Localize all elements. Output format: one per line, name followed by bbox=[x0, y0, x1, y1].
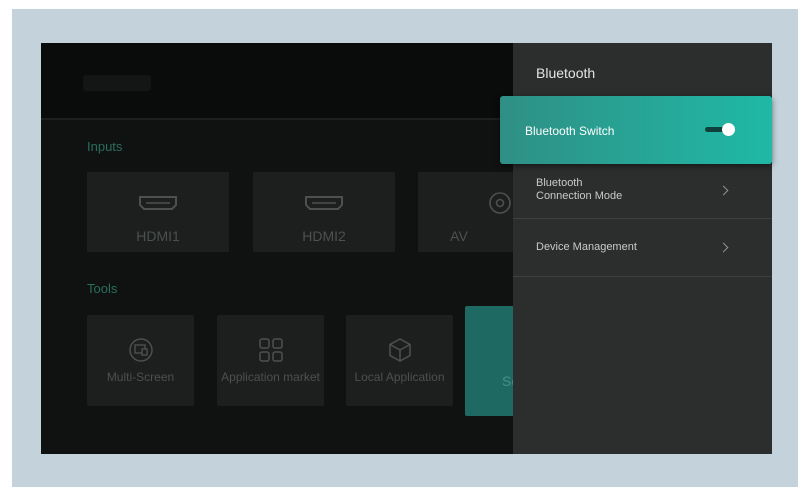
tool-tile-label: Application market bbox=[221, 370, 320, 384]
input-tile-label: HDMI1 bbox=[136, 228, 180, 244]
bluetooth-switch-item[interactable]: Bluetooth Switch bbox=[500, 96, 772, 164]
tool-tile-settings[interactable]: Se bbox=[465, 306, 517, 416]
av-port-icon bbox=[489, 192, 511, 214]
device-management-label: Device Management bbox=[536, 241, 637, 253]
chevron-right-icon bbox=[718, 185, 729, 196]
tool-tile-label: Multi-Screen bbox=[106, 370, 175, 384]
tools-section-label: Tools bbox=[87, 281, 118, 296]
device-management-item[interactable]: Device Management bbox=[513, 219, 772, 277]
tool-tile-multi-screen[interactable]: Multi-Screen bbox=[87, 315, 194, 406]
connection-mode-line2: Connection Mode bbox=[536, 190, 623, 202]
hdmi-port-icon bbox=[305, 196, 343, 210]
tool-tile-local-application[interactable]: Local Application bbox=[346, 315, 453, 406]
connection-mode-label: Bluetooth Connection Mode bbox=[536, 177, 622, 203]
bluetooth-toggle[interactable] bbox=[705, 123, 735, 136]
multi-screen-icon bbox=[128, 338, 153, 362]
input-tile-hdmi1[interactable]: HDMI1 bbox=[87, 172, 229, 252]
home-screen: Inputs HDMI1 HDMI2 AV Tools Multi-Screen… bbox=[41, 43, 560, 454]
toggle-knob bbox=[722, 123, 735, 136]
bluetooth-switch-label: Bluetooth Switch bbox=[525, 124, 615, 138]
app-grid-icon bbox=[258, 338, 283, 362]
inputs-section-label: Inputs bbox=[87, 139, 123, 154]
divider bbox=[41, 118, 513, 120]
bluetooth-connection-mode-item[interactable]: Bluetooth Connection Mode bbox=[513, 164, 772, 219]
connection-mode-line1: Bluetooth bbox=[536, 177, 583, 189]
tool-tile-application-market[interactable]: Application market bbox=[217, 315, 324, 406]
tool-tile-label: Local Application bbox=[354, 370, 445, 384]
cube-icon bbox=[388, 338, 411, 362]
chevron-right-icon bbox=[718, 242, 729, 253]
panel-title: Bluetooth bbox=[536, 65, 596, 81]
logo bbox=[83, 75, 151, 91]
top-bar bbox=[41, 43, 513, 118]
hdmi-port-icon bbox=[139, 196, 177, 210]
